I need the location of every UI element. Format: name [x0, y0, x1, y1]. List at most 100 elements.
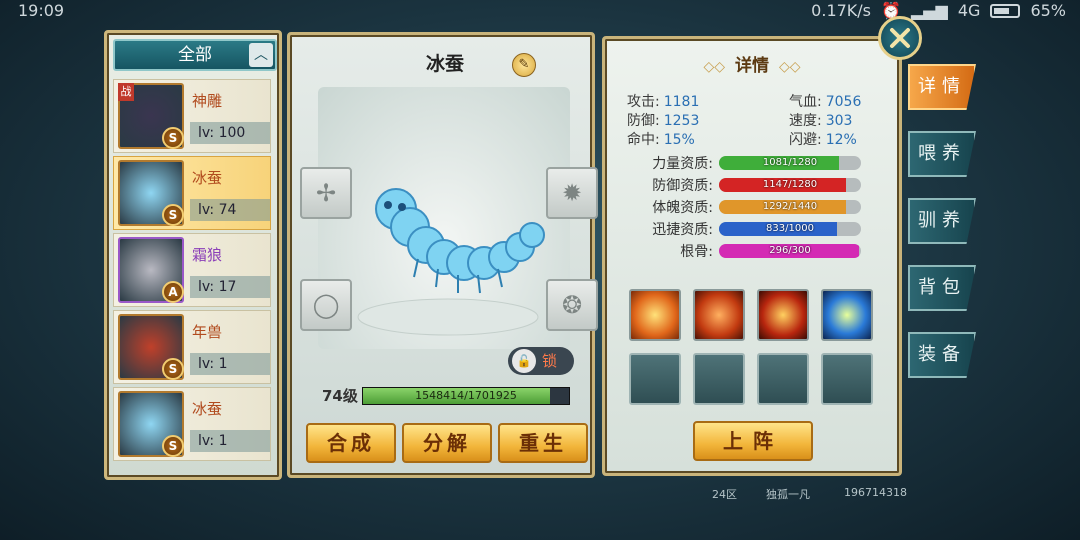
aptitude-bar: 1081/1280 — [719, 156, 861, 170]
grade-badge: A — [162, 281, 184, 303]
battery-percent: 65% — [1030, 1, 1066, 20]
lock-icon: 🔓 — [512, 349, 536, 373]
details-title: ◇◇ 详情 ◇◇ — [605, 51, 899, 76]
merge-button[interactable]: 合成 — [306, 423, 396, 463]
clock: 19:09 — [18, 1, 65, 20]
aptitude-bar: 833/1000 — [719, 222, 861, 236]
grade-badge: S — [162, 358, 184, 380]
exp-bar: 1548414/1701925 — [362, 387, 570, 405]
side-tab[interactable]: 装备 — [908, 332, 976, 378]
grade-badge: S — [162, 127, 184, 149]
deploy-button[interactable]: 上阵 — [693, 421, 813, 461]
equip-slot-ring[interactable]: ❂ — [546, 279, 598, 331]
details-title-text: 详情 — [735, 56, 769, 76]
aptitude-row: 迅捷资质: 833/1000 — [627, 219, 887, 239]
pet-list-panel: 全部 ︿ 战 S 神雕 lv: 100 S 冰蚕 lv: 74 A 霜狼 lv: 17 S 年兽 lv:… — [104, 30, 282, 480]
chevron-up-icon[interactable]: ︿ — [249, 43, 273, 67]
pet-list-item[interactable]: A 霜狼 lv: 17 — [113, 233, 271, 307]
grade-badge: S — [162, 435, 184, 457]
pet-list-item[interactable]: S 冰蚕 lv: 1 — [113, 387, 271, 461]
battle-tag: 战 — [118, 83, 134, 101]
equip-slot-necklace[interactable]: ◯ — [300, 279, 352, 331]
pet-list-name: 霜狼 — [192, 246, 223, 264]
stat-label: 速度: — [789, 113, 822, 129]
aptitude-value: 296/300 — [769, 245, 811, 256]
skill-slot-2[interactable] — [693, 289, 745, 341]
aptitude-bar: 296/300 — [719, 244, 861, 258]
diamond-ornament-icon: ◇◇ — [779, 59, 801, 75]
stat-label: 闪避: — [789, 132, 822, 148]
pet-stage — [318, 87, 570, 349]
stat-row: 攻击: 1181 — [627, 91, 699, 111]
aptitude-row: 力量资质: 1081/1280 — [627, 153, 887, 173]
stat-label: 命中: — [627, 132, 660, 148]
aptitude-row: 根骨: 296/300 — [627, 241, 887, 261]
decompose-button[interactable]: 分解 — [402, 423, 492, 463]
aptitude-value: 1292/1440 — [762, 201, 818, 212]
armor-icon: ✹ — [561, 179, 583, 207]
pet-list-item[interactable]: S 年兽 lv: 1 — [113, 310, 271, 384]
stat-row: 命中: 15% — [627, 129, 695, 149]
filter-dropdown[interactable]: 全部 ︿ — [113, 39, 277, 71]
pet-level: 74级 — [322, 387, 358, 405]
skill-slot-4[interactable] — [821, 289, 873, 341]
skill-slot-empty[interactable] — [757, 353, 809, 405]
aptitude-row: 防御资质: 1147/1280 — [627, 175, 887, 195]
pet-list-name: 神雕 — [192, 92, 223, 110]
skill-slot-empty[interactable] — [821, 353, 873, 405]
side-tab[interactable]: 喂养 — [908, 131, 976, 177]
close-button[interactable] — [878, 16, 922, 60]
weapon-icon: ✢ — [315, 179, 337, 207]
net-speed: 0.17K/s — [811, 1, 872, 20]
filter-label: 全部 — [178, 45, 212, 65]
network-type: 4G — [957, 1, 981, 20]
diamond-ornament-icon: ◇◇ — [703, 59, 725, 75]
player-id: 196714318 — [844, 486, 907, 499]
pet-display-panel: 冰蚕 ✎ ✢ ✹ ◯ ❂ 🔓 锁 74级 1548414/1701925 合成 … — [287, 32, 598, 478]
stat-row: 速度: 303 — [789, 110, 852, 130]
grade-badge: S — [162, 204, 184, 226]
stat-value: 12% — [825, 132, 857, 148]
aptitude-value: 1081/1280 — [762, 157, 818, 168]
equip-slot-armor[interactable]: ✹ — [546, 167, 598, 219]
stat-label: 攻击: — [627, 94, 660, 110]
side-tab[interactable]: 详情 — [908, 64, 976, 110]
pet-list-level: lv: 100 — [190, 122, 270, 144]
details-panel: ◇◇ 详情 ◇◇ 攻击: 1181 气血: 7056 防御: 1253 速度: 303 命中: 15%… — [602, 36, 902, 476]
battery-icon — [990, 3, 1021, 18]
stat-row: 防御: 1253 — [627, 110, 699, 130]
skill-slot-empty[interactable] — [693, 353, 745, 405]
stat-label: 防御: — [627, 113, 660, 129]
pet-list[interactable]: 战 S 神雕 lv: 100 S 冰蚕 lv: 74 A 霜狼 lv: 17 S 年兽 lv: 1 S 冰蚕… — [113, 79, 277, 475]
pet-list-level: lv: 17 — [190, 276, 270, 298]
aptitude-label: 防御资质: — [652, 178, 713, 194]
edit-name-icon[interactable]: ✎ — [512, 53, 536, 77]
aptitude-bar: 1292/1440 — [719, 200, 861, 214]
stat-value: 303 — [825, 113, 853, 129]
aptitude-label: 迅捷资质: — [652, 222, 713, 238]
stat-row: 闪避: 12% — [789, 129, 857, 149]
skill-slot-3[interactable] — [757, 289, 809, 341]
stat-value: 1253 — [663, 113, 700, 129]
side-tab[interactable]: 背包 — [908, 265, 976, 311]
aptitude-row: 体魄资质: 1292/1440 — [627, 197, 887, 217]
pet-list-item[interactable]: 战 S 神雕 lv: 100 — [113, 79, 271, 153]
stat-value: 7056 — [825, 94, 862, 110]
pet-list-item[interactable]: S 冰蚕 lv: 74 — [113, 156, 271, 230]
aptitude-bar: 1147/1280 — [719, 178, 861, 192]
skill-slot-empty[interactable] — [629, 353, 681, 405]
lock-label: 锁 — [542, 352, 558, 370]
server-label: 24区 — [712, 488, 737, 501]
close-icon — [890, 28, 910, 48]
skill-slot-1[interactable] — [629, 289, 681, 341]
lock-toggle[interactable]: 🔓 锁 — [508, 347, 574, 375]
player-name: 独孤一凡 — [766, 488, 810, 501]
pet-list-name: 冰蚕 — [192, 169, 223, 187]
rebirth-button[interactable]: 重生 — [498, 423, 588, 463]
stat-label: 气血: — [789, 94, 822, 110]
aptitude-label: 根骨: — [680, 244, 713, 260]
pet-list-name: 年兽 — [192, 323, 223, 341]
exp-text: 1548414/1701925 — [415, 389, 517, 402]
equip-slot-weapon[interactable]: ✢ — [300, 167, 352, 219]
side-tab[interactable]: 驯养 — [908, 198, 976, 244]
